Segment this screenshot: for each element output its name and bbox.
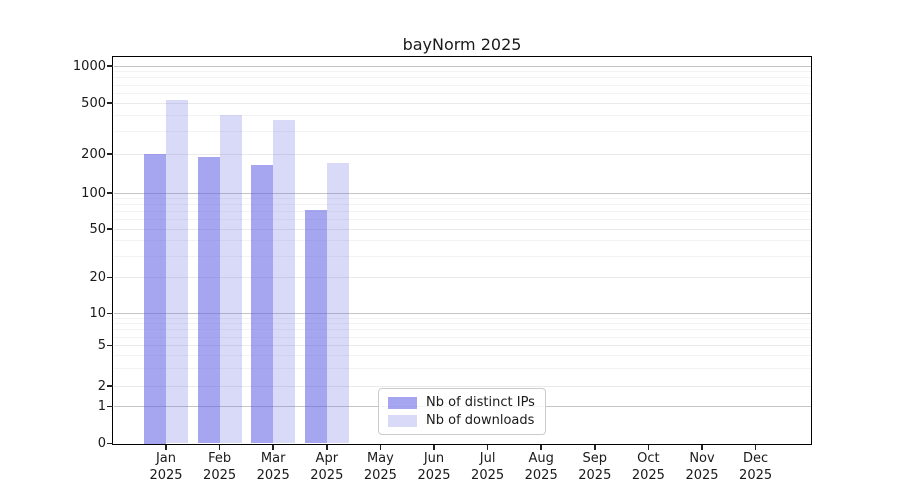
y-tick-0 [107,443,113,445]
y-tick-label-100: 100 [36,185,106,202]
y-tick-label-50: 50 [36,221,106,238]
x-label-month: Dec [728,450,784,467]
x-label-year: 2025 [460,467,516,484]
gridline-major-1000 [114,66,811,67]
x-tick-label-jun: Jun2025 [406,450,462,484]
legend-label-distinct-ips: Nb of distinct IPs [426,395,535,410]
x-label-year: 2025 [299,467,355,484]
gridline-minor-300 [114,131,811,132]
legend-swatch-distinct-ips [388,397,417,409]
y-tick-100 [107,192,113,194]
bar-distinct-ips-apr [305,210,327,443]
x-label-month: Aug [513,450,569,467]
x-tick-label-nov: Nov2025 [674,450,730,484]
x-label-month: Apr [299,450,355,467]
x-label-month: Mar [245,450,301,467]
bar-distinct-ips-feb [198,157,220,444]
x-tick-label-apr: Apr2025 [299,450,355,484]
bar-downloads-feb [220,115,242,443]
y-tick-20 [107,277,113,279]
x-tick-label-mar: Mar2025 [245,450,301,484]
y-tick-200 [107,153,113,155]
x-label-month: Jun [406,450,462,467]
x-label-year: 2025 [674,467,730,484]
y-tick-500 [107,102,113,104]
x-label-year: 2025 [138,467,194,484]
gridline-semi-500 [114,103,811,104]
legend: Nb of distinct IPs Nb of downloads [378,388,546,435]
y-tick-label-1: 1 [36,398,106,415]
y-tick-1000 [107,65,113,67]
y-tick-label-2: 2 [36,378,106,395]
y-tick-label-5: 5 [36,337,106,354]
x-tick-label-oct: Oct2025 [620,450,676,484]
x-label-year: 2025 [567,467,623,484]
y-tick-1 [107,406,113,408]
x-tick-label-feb: Feb2025 [192,450,248,484]
x-label-year: 2025 [513,467,569,484]
matplotlib-figure: bayNorm 2025 Nb of distinct IPs Nb of do… [0,0,900,500]
x-label-month: May [352,450,408,467]
legend-item-distinct-ips: Nb of distinct IPs [388,395,536,410]
x-label-year: 2025 [406,467,462,484]
bar-distinct-ips-mar [251,165,273,444]
x-label-month: Sep [567,450,623,467]
y-tick-2 [107,385,113,387]
y-tick-label-1000: 1000 [36,58,106,75]
x-tick-label-jan: Jan2025 [138,450,194,484]
y-tick-5 [107,345,113,347]
x-label-month: Oct [620,450,676,467]
x-tick-label-dec: Dec2025 [728,450,784,484]
x-label-month: Feb [192,450,248,467]
gridline-minor-700 [114,85,811,86]
y-tick-label-10: 10 [36,305,106,322]
y-tick-label-200: 200 [36,146,106,163]
legend-label-downloads: Nb of downloads [426,413,534,428]
y-tick-50 [107,228,113,230]
gridline-minor-800 [114,77,811,78]
gridline-minor-600 [114,93,811,94]
chart-title: bayNorm 2025 [113,35,811,55]
y-tick-label-0: 0 [36,435,106,452]
bar-downloads-apr [327,163,349,443]
gridline-semi-200 [114,154,811,155]
y-tick-10 [107,313,113,315]
x-label-year: 2025 [245,467,301,484]
legend-item-downloads: Nb of downloads [388,413,536,428]
x-label-year: 2025 [192,467,248,484]
x-label-year: 2025 [620,467,676,484]
x-label-month: Nov [674,450,730,467]
x-label-month: Jul [460,450,516,467]
x-tick-label-may: May2025 [352,450,408,484]
y-tick-label-20: 20 [36,269,106,286]
bar-downloads-mar [273,120,295,444]
x-tick-label-jul: Jul2025 [460,450,516,484]
bar-downloads-jan [166,100,188,444]
x-label-year: 2025 [728,467,784,484]
x-tick-label-aug: Aug2025 [513,450,569,484]
legend-swatch-downloads [388,415,417,427]
gridline-minor-400 [114,115,811,116]
bar-distinct-ips-jan [144,154,166,444]
y-tick-label-500: 500 [36,95,106,112]
x-tick-label-sep: Sep2025 [567,450,623,484]
x-label-month: Jan [138,450,194,467]
gridline-minor-900 [114,71,811,72]
x-label-year: 2025 [352,467,408,484]
